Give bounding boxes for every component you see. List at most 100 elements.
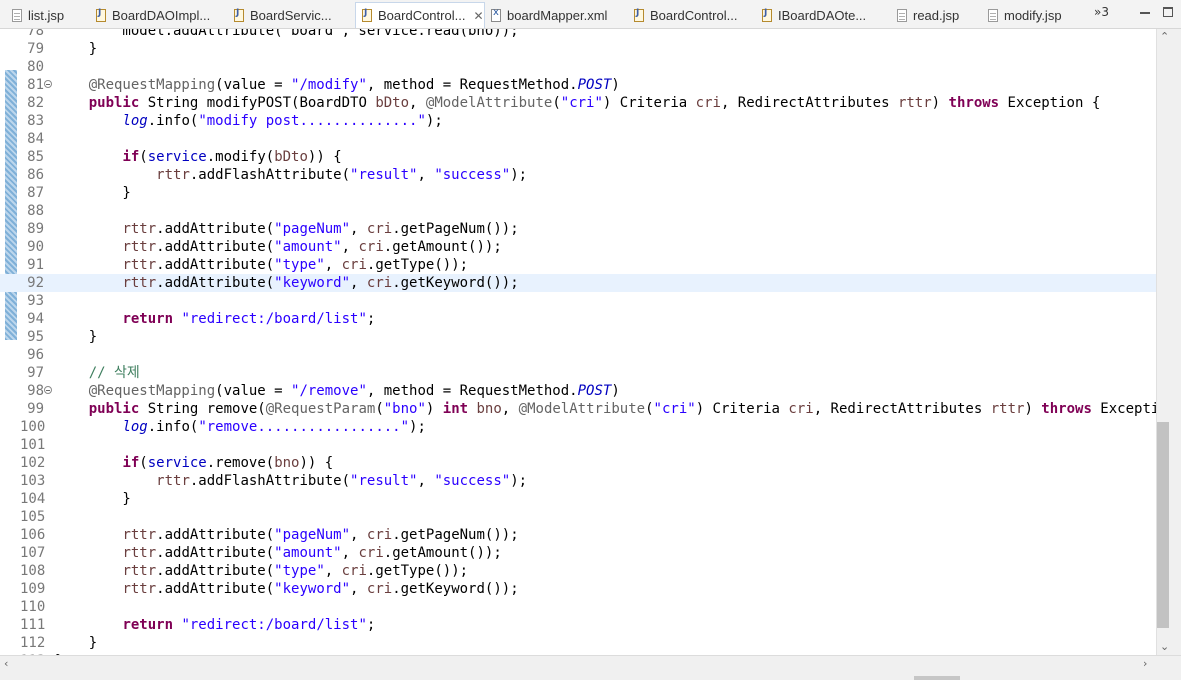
code-line[interactable]: 98 @RequestMapping(value = "/remove", me… <box>0 382 1156 400</box>
line-number: 97 <box>27 365 44 381</box>
code-token-string: "cri" <box>560 95 603 111</box>
code-token-plain: , <box>501 401 519 417</box>
line-number: 101 <box>20 437 46 453</box>
code-token-string: "redirect:/board/list" <box>181 311 367 327</box>
code-line[interactable]: 111 return "redirect:/board/list"; <box>0 616 1156 634</box>
tab-list-jsp[interactable]: list.jsp <box>12 3 64 27</box>
code-token-plain: .info( <box>147 419 199 435</box>
code-line[interactable]: 110 <box>0 598 1156 616</box>
code-line[interactable]: 79 } <box>0 40 1156 58</box>
code-token-keyword: throws <box>948 95 1000 111</box>
code-text: if(service.remove(bno)) { <box>55 454 333 472</box>
code-line[interactable]: 94 return "redirect:/board/list"; <box>0 310 1156 328</box>
code-token-field: service <box>147 455 207 471</box>
code-line[interactable]: 80 <box>0 58 1156 76</box>
code-editor[interactable]: 78 model.addAttribute("board", service.r… <box>0 29 1156 655</box>
code-token-plain: , <box>341 239 359 255</box>
java-file-icon <box>96 8 106 22</box>
code-token-local: rttr <box>122 275 157 291</box>
tab-boardmapper-xml[interactable]: boardMapper.xml <box>491 3 607 27</box>
tab-modify-jsp[interactable]: modify.jsp <box>988 3 1062 27</box>
code-line[interactable]: 93 <box>0 292 1156 310</box>
line-number: 88 <box>27 203 44 219</box>
code-line[interactable]: 101 <box>0 436 1156 454</box>
code-line[interactable]: 100 log.info("remove................."); <box>0 418 1156 436</box>
code-line[interactable]: 89 rttr.addAttribute("pageNum", cri.getP… <box>0 220 1156 238</box>
close-tab-icon[interactable]: ✕ <box>473 9 483 23</box>
code-line[interactable]: 97 // 삭제 <box>0 364 1156 382</box>
code-line[interactable]: 99 public String remove(@RequestParam("b… <box>0 400 1156 418</box>
code-line[interactable]: 109 rttr.addAttribute("keyword", cri.get… <box>0 580 1156 598</box>
code-token-field: service <box>147 149 207 165</box>
fold-collapse-icon[interactable] <box>44 80 52 88</box>
code-line[interactable]: 84 <box>0 130 1156 148</box>
code-line[interactable]: 95 } <box>0 328 1156 346</box>
tab-boardcontroller-test[interactable]: BoardControl... <box>634 3 737 27</box>
scroll-left-icon[interactable]: ‹ <box>4 657 8 670</box>
code-line[interactable]: 78 model.addAttribute("board", service.r… <box>0 29 1156 40</box>
code-line[interactable]: 81 @RequestMapping(value = "/modify", me… <box>0 76 1156 94</box>
code-token-local: cri <box>366 527 393 543</box>
code-line[interactable]: 86 rttr.addFlashAttribute("result", "suc… <box>0 166 1156 184</box>
code-line[interactable]: 87 } <box>0 184 1156 202</box>
vertical-scroll-thumb[interactable] <box>1157 422 1169 628</box>
code-line[interactable]: 105 <box>0 508 1156 526</box>
tab-boardcontroller-active[interactable]: BoardControl... ✕ <box>355 2 485 28</box>
code-token-plain: .remove( <box>206 455 275 471</box>
code-line[interactable]: 104 } <box>0 490 1156 508</box>
code-line[interactable]: 106 rttr.addAttribute("pageNum", cri.get… <box>0 526 1156 544</box>
code-line[interactable]: 96 <box>0 346 1156 364</box>
tab-iboarddaotest[interactable]: IBoardDAOte... <box>762 3 866 27</box>
scroll-up-icon[interactable]: ⌃ <box>1160 30 1169 43</box>
code-line[interactable]: 102 if(service.remove(bno)) { <box>0 454 1156 472</box>
tab-read-jsp[interactable]: read.jsp <box>897 3 959 27</box>
code-line[interactable]: 85 if(service.modify(bDto)) { <box>0 148 1156 166</box>
code-token-string: "success" <box>434 167 511 183</box>
code-line[interactable]: 103 rttr.addFlashAttribute("result", "su… <box>0 472 1156 490</box>
tab-overflow-button[interactable]: »3 <box>1094 5 1109 19</box>
code-token-string: "result" <box>350 473 418 489</box>
maximize-icon[interactable] <box>1163 7 1173 17</box>
code-token-static: POST <box>577 383 612 399</box>
code-token-string: "/remove" <box>291 383 367 399</box>
code-text: log.info("remove................."); <box>55 418 425 436</box>
horizontal-scroll-thumb[interactable] <box>914 676 960 680</box>
code-line[interactable]: 88 <box>0 202 1156 220</box>
code-line[interactable]: 90 rttr.addAttribute("amount", cri.getAm… <box>0 238 1156 256</box>
minimize-icon[interactable] <box>1140 7 1150 14</box>
scroll-right-icon[interactable]: › <box>1143 657 1147 670</box>
code-token-plain: , <box>417 473 435 489</box>
horizontal-scrollbar[interactable] <box>0 655 1181 680</box>
code-line[interactable]: 83 log.info("modify post..............")… <box>0 112 1156 130</box>
tab-label: BoardControl... <box>378 8 466 23</box>
jsp-file-icon <box>12 8 22 22</box>
tab-boarddaoimpl[interactable]: BoardDAOImpl... <box>96 3 210 27</box>
code-token-local: cri <box>358 239 384 255</box>
code-line[interactable]: 112 } <box>0 634 1156 652</box>
code-text: rttr.addFlashAttribute("result", "succes… <box>55 166 527 184</box>
code-token-local: rttr <box>156 473 190 489</box>
tab-label: BoardDAOImpl... <box>112 7 211 23</box>
line-number: 84 <box>27 131 44 147</box>
code-token-plain: , <box>350 221 367 237</box>
code-line[interactable]: 91 rttr.addAttribute("type", cri.getType… <box>0 256 1156 274</box>
code-line[interactable]: 82 public String modifyPOST(BoardDTO bDt… <box>0 94 1156 112</box>
code-line[interactable]: 107 rttr.addAttribute("amount", cri.getA… <box>0 544 1156 562</box>
code-token-keyword: public <box>88 401 140 417</box>
scroll-down-icon[interactable]: ⌄ <box>1160 640 1169 653</box>
code-line[interactable]: 108 rttr.addAttribute("type", cri.getTyp… <box>0 562 1156 580</box>
code-token-plain: (value = <box>215 383 292 399</box>
code-token-plain: model.addAttribute("board", service.read… <box>55 29 519 39</box>
line-number: 90 <box>27 239 44 255</box>
tab-boardservice[interactable]: BoardServic... <box>234 3 332 27</box>
code-text: } <box>55 40 97 58</box>
code-text: model.addAttribute("board", service.read… <box>55 29 519 40</box>
code-token-plain: .getKeyword()); <box>392 275 519 291</box>
code-line[interactable]: 92 rttr.addAttribute("keyword", cri.getK… <box>0 274 1156 292</box>
fold-collapse-icon[interactable] <box>44 386 52 394</box>
code-text: if(service.modify(bDto)) { <box>55 148 341 166</box>
